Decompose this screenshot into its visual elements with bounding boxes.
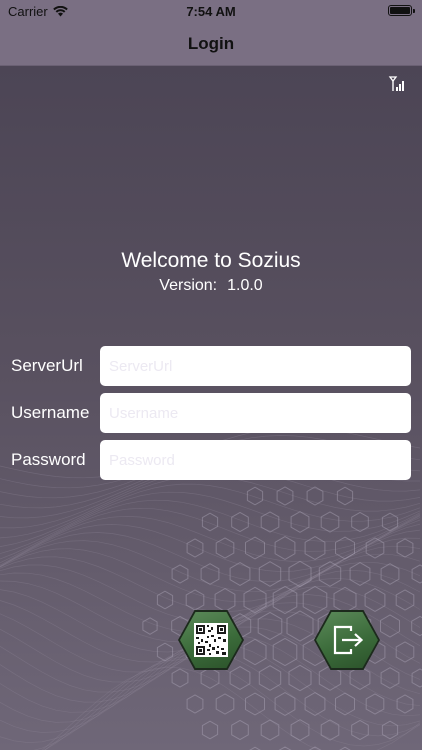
version-value: 1.0.0 [227, 277, 263, 294]
welcome-heading: Welcome to Sozius [121, 249, 301, 272]
username-input[interactable] [100, 393, 411, 433]
status-time: 7:54 AM [186, 4, 236, 19]
password-row: Password [0, 440, 422, 480]
server-url-row: ServerUrl [0, 346, 422, 386]
navigation-bar: Login [0, 22, 422, 66]
password-input[interactable] [100, 440, 411, 480]
battery-icon [388, 5, 415, 16]
server-url-label: ServerUrl [11, 356, 83, 375]
server-url-input[interactable] [100, 346, 411, 386]
status-bar: Carrier 7:54 AM [0, 0, 422, 22]
password-label: Password [11, 450, 86, 469]
signal-antenna-icon[interactable] [388, 76, 406, 92]
username-row: Username [0, 393, 422, 433]
version-label: Version: [159, 277, 218, 294]
page-title: Login [187, 34, 235, 53]
version-row: Version: 1.0.0 [0, 277, 422, 295]
username-label: Username [11, 403, 90, 422]
